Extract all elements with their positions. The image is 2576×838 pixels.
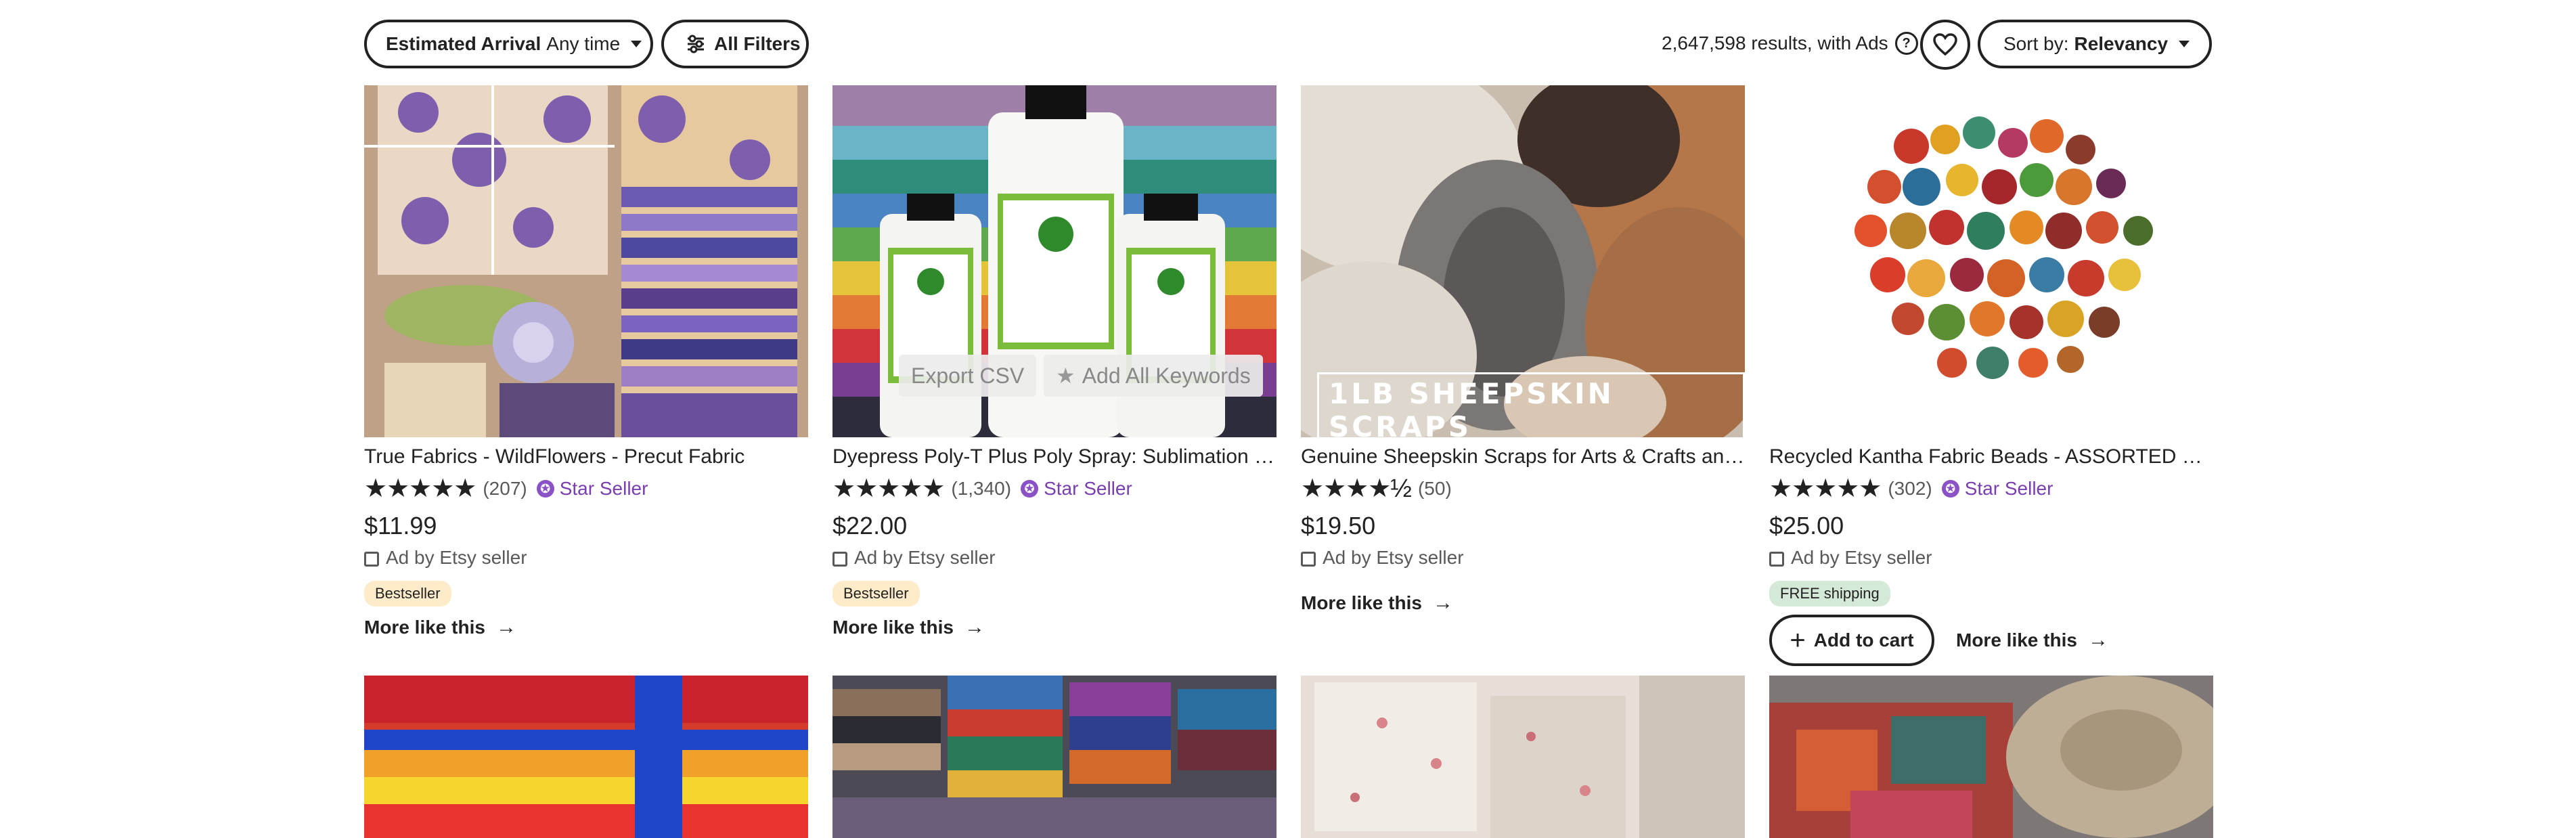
heart-icon — [1933, 33, 1957, 56]
ad-text: Ad by Etsy seller — [1323, 547, 1464, 568]
listing-image[interactable] — [1301, 676, 1745, 838]
star-icon: ★★★★½ — [1301, 475, 1412, 503]
listing-image[interactable] — [1769, 85, 2213, 437]
lock-icon — [1769, 552, 1784, 567]
star-seller-badge: ✪ Star Seller — [536, 478, 648, 500]
image-caption: 1LB SHEEPSKIN SCRAPS — [1317, 372, 1745, 437]
more-like-this-link[interactable]: More like this → — [1956, 629, 2108, 652]
rating-row: ★★★★★ (207) ✪ Star Seller — [364, 475, 808, 502]
ad-text: Ad by Etsy seller — [854, 547, 996, 568]
star-seller-label: Star Seller — [559, 478, 648, 499]
listing-card[interactable]: Export CSV ★ Add All Keywords Dyepress P… — [832, 85, 1276, 639]
export-csv-button[interactable]: Export CSV — [899, 355, 1037, 397]
listing-price: $25.00 — [1769, 512, 1844, 539]
filter-sliders-icon — [688, 35, 704, 53]
listing-card[interactable]: 1LB SHEEPSKIN SCRAPS Genuine Sheepskin S… — [1301, 85, 1745, 615]
fabric-piles-image — [832, 676, 1276, 838]
add-all-keywords-label: Add All Keywords — [1082, 363, 1251, 388]
rating-row: ★★★★½ (50) — [1301, 475, 1745, 502]
review-count: (50) — [1417, 478, 1452, 499]
star-seller-label: Star Seller — [1044, 478, 1132, 499]
more-like-this-link[interactable]: More like this → — [1301, 592, 1745, 615]
more-like-this-link[interactable]: More like this → — [832, 616, 1276, 639]
arrow-right-icon: → — [964, 616, 985, 638]
star-seller-badge: ✪ Star Seller — [1941, 478, 2053, 500]
listing-image[interactable] — [364, 676, 808, 838]
fabric-beads-image — [1769, 85, 2213, 437]
chevron-down-icon — [631, 41, 642, 47]
lock-icon — [832, 552, 847, 567]
listing-image[interactable] — [1769, 676, 2213, 838]
listing-card[interactable]: True Fabrics - WildFlowers - Precut Fabr… — [364, 85, 808, 639]
star-seller-icon: ✪ — [1941, 480, 1959, 498]
more-like-this-label: More like this — [832, 617, 954, 638]
listing-card[interactable]: Recycled Kantha Fabric Beads - ASSORTED … — [1769, 85, 2213, 666]
card-actions: + Add to cart More like this → — [1769, 615, 2213, 666]
star-seller-label: Star Seller — [1964, 478, 2053, 499]
listing-title[interactable]: Genuine Sheepskin Scraps for Arts & Craf… — [1301, 445, 1745, 468]
review-count: (302) — [1888, 478, 1932, 499]
fabric-bundle-image — [364, 85, 808, 437]
arrow-right-icon: → — [2087, 629, 2108, 651]
all-filters-button[interactable]: All Filters — [661, 20, 809, 68]
free-shipping-badge: FREE shipping — [1769, 581, 1890, 607]
ad-text: Ad by Etsy seller — [1791, 547, 1932, 568]
sort-dropdown[interactable]: Sort by: Relevancy — [1978, 20, 2212, 68]
review-count: (207) — [483, 478, 527, 499]
sort-value: Relevancy — [2074, 33, 2169, 54]
arrival-label: Estimated Arrival — [386, 33, 541, 54]
bestseller-badge: Bestseller — [832, 581, 920, 607]
lace-fabric-image — [1301, 676, 1745, 838]
star-seller-badge: ✪ Star Seller — [1021, 478, 1132, 500]
favorite-search-button[interactable] — [1920, 20, 1970, 70]
review-count: (1,340) — [951, 478, 1012, 499]
plus-icon: + — [1790, 625, 1806, 655]
estimated-arrival-dropdown[interactable]: Estimated Arrival Any time — [364, 20, 653, 68]
star-icon: ★★★★★ — [364, 475, 476, 503]
fabric-stack-image — [364, 676, 808, 838]
listing-image[interactable]: Export CSV ★ Add All Keywords — [832, 85, 1276, 437]
results-text: 2,647,598 results, with Ads — [1662, 32, 1888, 53]
add-to-cart-button[interactable]: + Add to cart — [1769, 615, 1934, 666]
rating-row: ★★★★★ (302) ✪ Star Seller — [1769, 475, 2213, 502]
ad-text: Ad by Etsy seller — [386, 547, 527, 568]
ad-label: Ad by Etsy seller — [364, 547, 808, 569]
lock-icon — [364, 552, 379, 567]
ad-label: Ad by Etsy seller — [1769, 547, 2213, 569]
add-all-keywords-button[interactable]: ★ Add All Keywords — [1044, 355, 1263, 397]
more-like-this-link[interactable]: More like this → — [364, 616, 808, 639]
star-icon: ★ — [1056, 363, 1075, 388]
kantha-hat-image — [1769, 676, 2213, 838]
listing-image[interactable] — [832, 676, 1276, 838]
arrow-right-icon: → — [495, 616, 516, 638]
more-like-this-label: More like this — [1301, 592, 1422, 613]
arrival-value: Any time — [546, 33, 621, 54]
chevron-down-icon — [2179, 41, 2190, 47]
more-like-this-label: More like this — [1956, 630, 2077, 650]
listing-title[interactable]: True Fabrics - WildFlowers - Precut Fabr… — [364, 445, 808, 468]
lock-icon — [1301, 552, 1316, 567]
ad-label: Ad by Etsy seller — [1301, 547, 1745, 569]
listing-image[interactable] — [364, 85, 808, 437]
sort-label: Sort by: — [2003, 33, 2069, 54]
results-count: 2,647,598 results, with Ads ? — [1662, 30, 1918, 57]
help-circle-icon[interactable]: ? — [1894, 32, 1918, 55]
star-seller-icon: ✪ — [1021, 480, 1039, 498]
arrow-right-icon: → — [1432, 592, 1453, 614]
listing-title[interactable]: Dyepress Poly-T Plus Poly Spray: Sublima… — [832, 445, 1276, 468]
star-seller-icon: ✪ — [536, 480, 554, 498]
listing-price: $11.99 — [364, 512, 437, 539]
add-to-cart-label: Add to cart — [1813, 630, 1914, 650]
bestseller-badge: Bestseller — [364, 581, 451, 607]
listing-price: $19.50 — [1301, 512, 1376, 539]
rating-row: ★★★★★ (1,340) ✪ Star Seller — [832, 475, 1276, 502]
star-icon: ★★★★★ — [1769, 475, 1882, 503]
ad-label: Ad by Etsy seller — [832, 547, 1276, 569]
listing-price: $22.00 — [832, 512, 908, 539]
all-filters-label: All Filters — [714, 33, 801, 54]
more-like-this-label: More like this — [364, 617, 485, 638]
listing-title[interactable]: Recycled Kantha Fabric Beads - ASSORTED … — [1769, 445, 2213, 468]
listing-image[interactable]: 1LB SHEEPSKIN SCRAPS — [1301, 85, 1745, 437]
star-icon: ★★★★★ — [832, 475, 945, 503]
